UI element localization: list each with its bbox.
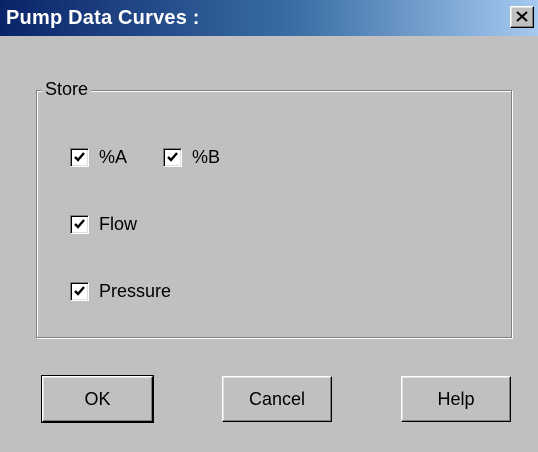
close-icon: [516, 11, 528, 22]
checkbox-box[interactable]: [70, 147, 89, 167]
checkmark-icon: [74, 218, 85, 229]
checkmark-icon: [74, 285, 85, 296]
checkbox-percent-b[interactable]: %B: [163, 146, 220, 168]
checkbox-percent-a[interactable]: %A: [70, 146, 127, 168]
title-bar[interactable]: Pump Data Curves :: [0, 0, 538, 36]
pump-data-curves-dialog: Pump Data Curves : Store %A %B Flow Pres…: [0, 0, 538, 452]
checkbox-label: %B: [192, 147, 221, 167]
help-button-label: Help: [437, 389, 475, 409]
help-button[interactable]: Help: [401, 376, 511, 422]
checkmark-icon: [74, 151, 85, 162]
ok-button[interactable]: OK: [41, 375, 154, 423]
checkbox-flow[interactable]: Flow: [70, 213, 137, 235]
checkmark-icon: [167, 151, 178, 162]
checkbox-pressure[interactable]: Pressure: [70, 280, 171, 302]
close-button[interactable]: [510, 6, 534, 28]
store-group-label: Store: [42, 78, 92, 100]
checkbox-box[interactable]: [163, 147, 182, 167]
checkbox-label: Flow: [99, 214, 138, 234]
checkbox-box[interactable]: [70, 281, 89, 301]
checkbox-label: %A: [99, 147, 128, 167]
checkbox-box[interactable]: [70, 214, 89, 234]
ok-button-label: OK: [84, 389, 111, 409]
checkbox-label: Pressure: [99, 281, 172, 301]
cancel-button-label: Cancel: [248, 389, 306, 409]
window-title: Pump Data Curves :: [6, 7, 200, 29]
cancel-button[interactable]: Cancel: [222, 376, 332, 422]
